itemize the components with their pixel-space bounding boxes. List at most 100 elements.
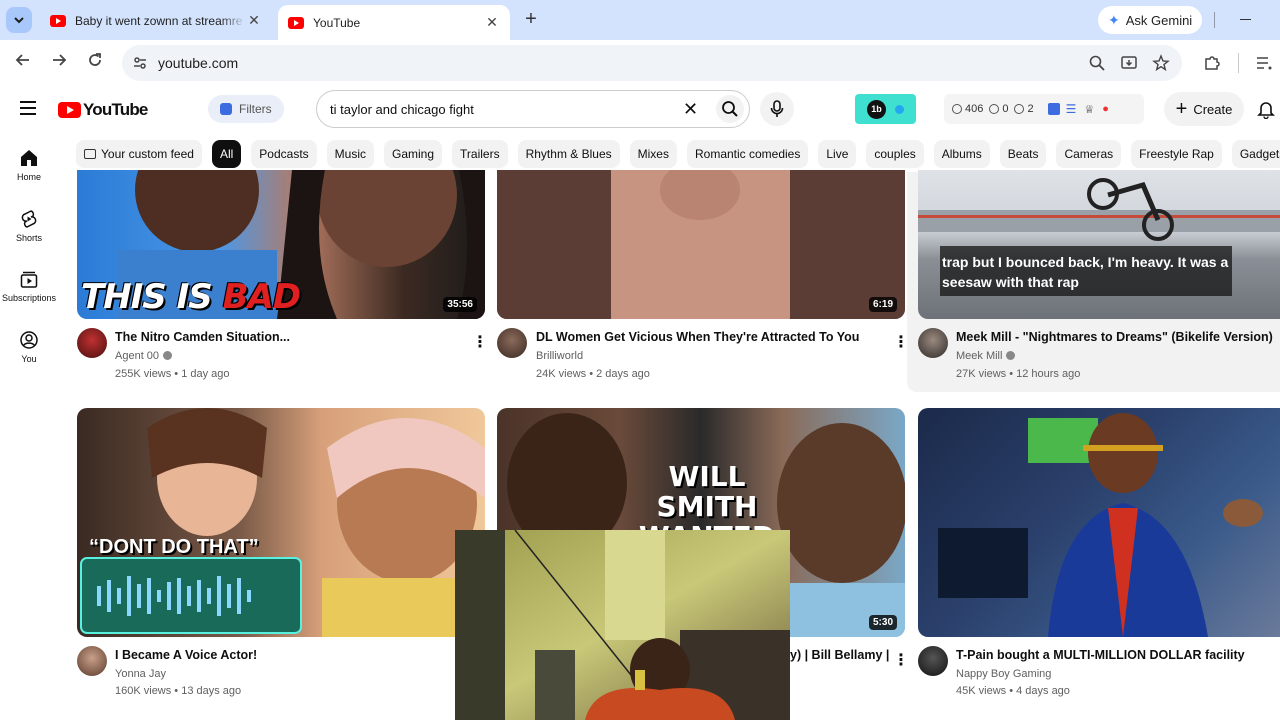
video-title[interactable]: I Became A Voice Actor! — [115, 648, 445, 662]
channel-name[interactable]: Nappy Boy Gaming — [956, 668, 1051, 680]
chip-freestyle-rap[interactable]: Freestyle Rap — [1131, 140, 1222, 168]
plus-icon: + — [1175, 97, 1188, 120]
chip-couples[interactable]: couples — [866, 140, 924, 168]
chip-gadgets[interactable]: Gadgets — [1231, 140, 1280, 168]
video-title[interactable]: Meek Mill - "Nightmares to Dreams" (Bike… — [956, 330, 1276, 344]
video-title[interactable]: DL Women Get Vicious When They're Attrac… — [536, 330, 886, 344]
chip-custom-feed[interactable]: Your custom feed — [76, 140, 202, 168]
new-tab-button[interactable]: + — [520, 8, 542, 30]
clear-search-icon[interactable]: ✕ — [683, 99, 698, 120]
chip-cameras[interactable]: Cameras — [1056, 140, 1122, 168]
chip-trailers[interactable]: Trailers — [452, 140, 508, 168]
guide-item-shorts[interactable]: Shorts — [0, 209, 58, 243]
video-thumbnail[interactable]: trap but I bounced back, I'm heavy. It w… — [918, 170, 1280, 319]
video-meta: 27K views • 12 hours ago — [956, 368, 1081, 380]
duration-badge: 35:56 — [443, 297, 477, 312]
chip-podcasts[interactable]: Podcasts — [251, 140, 317, 168]
guide-menu-button[interactable] — [20, 101, 36, 115]
chip-music[interactable]: Music — [326, 140, 374, 168]
site-info-icon[interactable] — [132, 55, 148, 71]
duration-badge: 5:30 — [868, 615, 897, 630]
chip-all[interactable]: All — [211, 140, 242, 168]
minimize-window-button[interactable] — [1238, 10, 1254, 30]
video-menu-icon[interactable] — [893, 650, 899, 666]
ask-gemini-button[interactable]: ✦ Ask Gemini — [1098, 6, 1203, 34]
youtube-header: YouTube Filters ti taylor and chicago fi… — [0, 86, 1280, 132]
close-tab-icon[interactable]: ✕ — [484, 14, 500, 31]
channel-avatar[interactable] — [77, 328, 107, 358]
chip-mixes[interactable]: Mixes — [629, 140, 677, 168]
channel-avatar[interactable] — [918, 328, 948, 358]
reload-button[interactable] — [84, 52, 106, 74]
subscriptions-icon — [20, 271, 38, 288]
webcam-feed-image — [455, 530, 790, 720]
stat-eye-2: 2 — [1014, 103, 1034, 115]
stat-value: 406 — [965, 103, 984, 115]
bookmark-star-icon[interactable] — [1152, 54, 1170, 72]
mini-guide: Home Shorts Subscriptions You — [0, 132, 58, 720]
chip-gaming[interactable]: Gaming — [384, 140, 443, 168]
channel-avatar[interactable] — [497, 328, 527, 358]
video-meta: 255K views • 1 day ago — [115, 368, 230, 380]
guide-item-subscriptions[interactable]: Subscriptions — [0, 269, 58, 303]
channel-name[interactable]: Yonna Jay — [115, 668, 166, 680]
video-title[interactable]: y) | Bill Bellamy | — [790, 648, 890, 662]
voice-search-button[interactable] — [760, 92, 794, 126]
reading-list-icon[interactable] — [1254, 53, 1274, 73]
youtube-logo[interactable]: YouTube — [58, 100, 148, 120]
browser-tab-youtube[interactable]: YouTube ✕ — [278, 5, 510, 40]
channel-avatar[interactable] — [918, 646, 948, 676]
custom-feed-icon — [84, 149, 96, 159]
zoom-icon[interactable] — [1088, 54, 1106, 72]
stat-value: 0 — [1002, 103, 1009, 115]
channel-name[interactable]: Agent 00 — [115, 350, 173, 362]
video-thumbnail[interactable]: THIS IS BAD 35:56 — [77, 170, 485, 319]
filters-button[interactable]: Filters — [208, 95, 284, 123]
channel-name[interactable]: Meek Mill — [956, 350, 1016, 362]
divider — [1238, 53, 1239, 73]
channel-avatar[interactable] — [77, 646, 107, 676]
search-input[interactable]: ti taylor and chicago fight — [330, 102, 474, 117]
chip-beats[interactable]: Beats — [999, 140, 1047, 168]
you-icon — [20, 331, 38, 349]
video-thumbnail[interactable] — [918, 408, 1280, 637]
forward-button[interactable] — [48, 52, 70, 74]
back-button[interactable] — [12, 52, 34, 74]
chip-rhythm-blues[interactable]: Rhythm & Blues — [517, 140, 620, 168]
video-meta: 160K views • 13 days ago — [115, 685, 242, 697]
search-button[interactable] — [716, 95, 744, 123]
guide-item-home[interactable]: Home — [0, 148, 58, 182]
thumbnail-overlay-text: “DONT DO THAT” — [89, 536, 259, 558]
notifications-bell-icon[interactable] — [1256, 99, 1276, 119]
video-title[interactable]: The Nitro Camden Situation... — [115, 330, 455, 344]
extensions-puzzle-icon[interactable] — [1202, 53, 1222, 73]
channel-name[interactable]: Brilliworld — [536, 350, 583, 362]
guide-item-you[interactable]: You — [0, 330, 58, 364]
browser-toolbar: youtube.com — [0, 40, 1280, 86]
video-thumbnail[interactable]: 6:19 — [497, 170, 905, 319]
status-dot-icon — [895, 105, 904, 114]
chip-bar: Your custom feed All Podcasts Music Gaming Tr… — [76, 140, 1280, 168]
video-menu-icon[interactable] — [893, 332, 899, 348]
microphone-icon — [770, 100, 784, 117]
video-thumbnail[interactable]: “DONT DO THAT” 3 — [77, 408, 485, 637]
install-app-icon[interactable] — [1120, 54, 1138, 72]
create-button[interactable]: + Create — [1164, 92, 1244, 126]
video-title[interactable]: T-Pain bought a MULTI-MILLION DOLLAR fac… — [956, 648, 1276, 662]
search-box[interactable]: ti taylor and chicago fight ✕ — [316, 90, 750, 128]
browser-tab-stream[interactable]: Baby it went zownn at streamre ✕ — [40, 5, 272, 36]
back-arrow-icon — [15, 54, 29, 66]
chip-live[interactable]: Live — [818, 140, 857, 168]
address-bar[interactable]: youtube.com — [122, 45, 1182, 81]
filters-label: Filters — [239, 102, 272, 116]
extension-widget[interactable]: 1b — [855, 94, 916, 124]
tab-search-dropdown-button[interactable] — [6, 7, 32, 33]
verified-badge-icon — [163, 351, 173, 360]
video-caption-overlay: trap but I bounced back, I'm heavy. It w… — [940, 246, 1232, 296]
chip-romantic-comedies[interactable]: Romantic comedies — [686, 140, 809, 168]
filter-extension-icon — [220, 103, 232, 115]
extension-stats-bar[interactable]: 406 0 2 ☰ ♕ ● — [944, 94, 1144, 124]
close-tab-icon[interactable]: ✕ — [246, 12, 262, 29]
video-menu-icon[interactable] — [472, 332, 478, 348]
chip-albums[interactable]: Albums — [933, 140, 990, 168]
